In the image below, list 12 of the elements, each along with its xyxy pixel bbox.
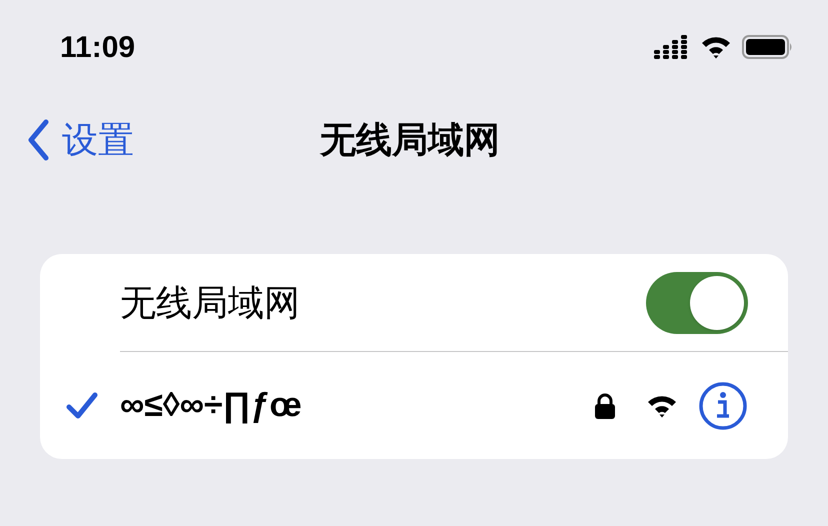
- info-icon[interactable]: [698, 380, 748, 430]
- network-name: ∞≤◊∞÷∏ƒœ: [120, 385, 303, 426]
- status-time: 11:09: [60, 30, 136, 66]
- network-row[interactable]: ∞≤◊∞÷∏ƒœ: [40, 352, 788, 459]
- wifi-icon: [700, 35, 732, 59]
- page-title: 无线局域网: [320, 118, 500, 162]
- battery-icon: [742, 35, 794, 59]
- chevron-left-icon: [26, 119, 50, 161]
- wifi-label: 无线局域网: [120, 280, 301, 324]
- back-button[interactable]: 设置: [0, 113, 134, 167]
- wifi-icon: [646, 394, 678, 418]
- signal-icon: [654, 35, 690, 59]
